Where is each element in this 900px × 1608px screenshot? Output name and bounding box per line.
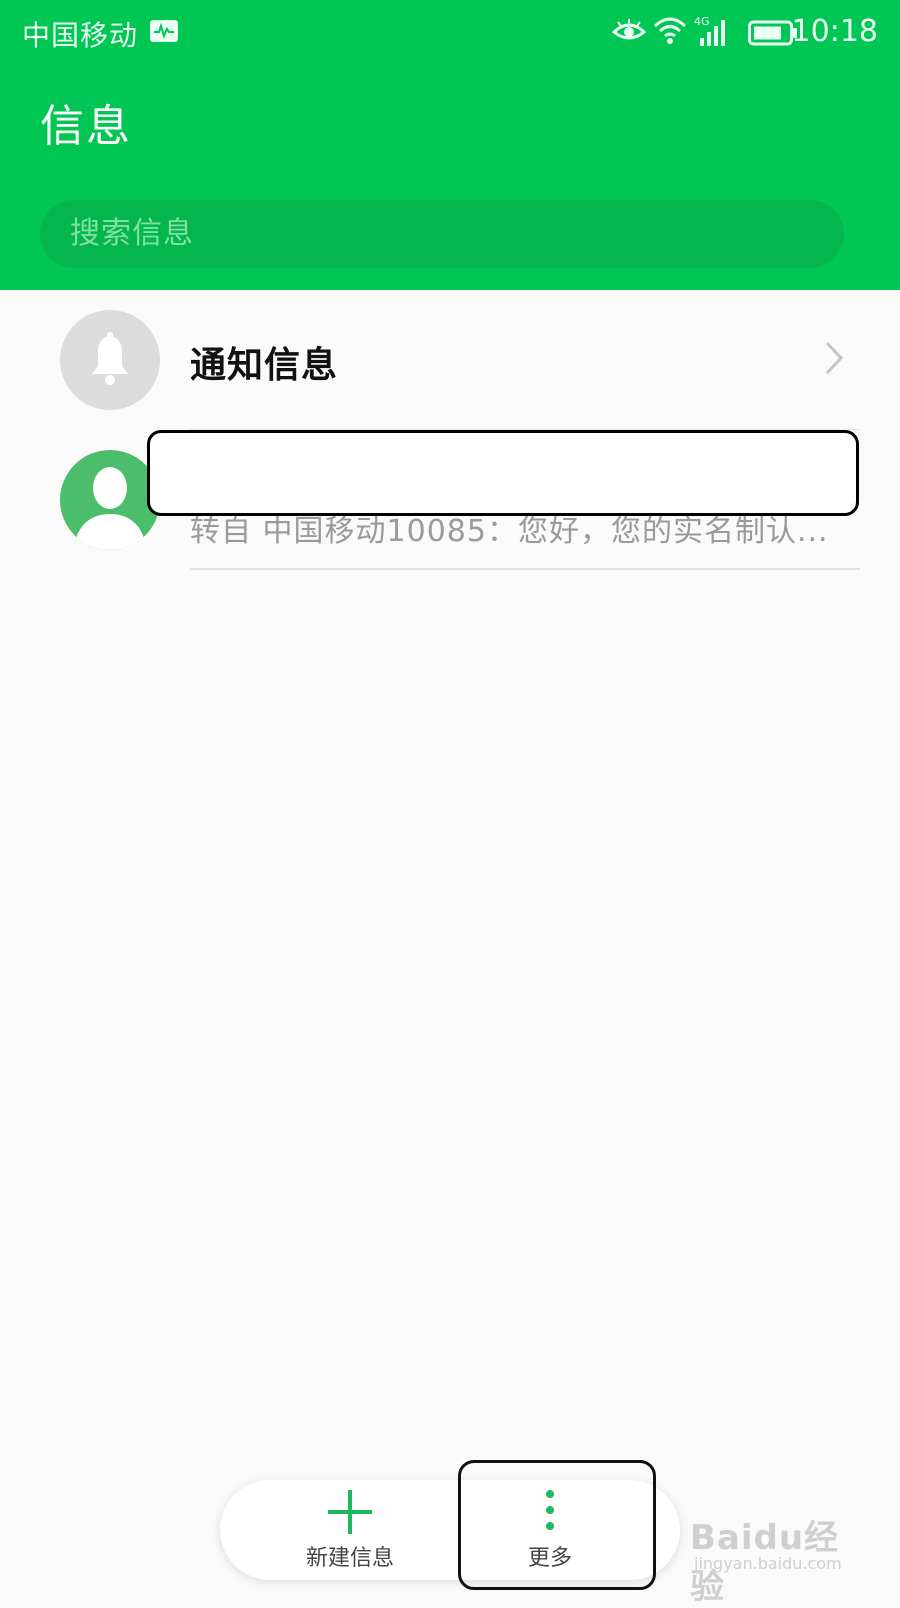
wifi-icon	[652, 14, 688, 53]
battery-icon	[748, 20, 798, 53]
status-icons: 4G 10:18	[578, 12, 878, 52]
redacted-contact-name	[147, 430, 859, 516]
eye-icon	[611, 18, 647, 51]
activity-icon	[150, 20, 178, 42]
list-item-notifications[interactable]: 通知信息	[0, 290, 900, 430]
clock: 10:18	[791, 14, 878, 49]
highlight-box	[458, 1460, 656, 1590]
watermark-sub: jingyan.baidu.com	[694, 1554, 842, 1573]
divider	[190, 568, 860, 570]
new-message-button[interactable]: 新建信息	[250, 1480, 450, 1580]
bell-icon	[60, 310, 160, 410]
contact-avatar-icon	[60, 450, 160, 550]
signal-icon: 4G	[694, 14, 730, 55]
chevron-right-icon	[824, 340, 844, 380]
conversation-title: 通知信息	[190, 345, 339, 386]
carrier-name: 中国移动	[22, 19, 139, 52]
plus-icon	[328, 1490, 372, 1534]
network-type-label: 4G	[694, 15, 710, 28]
search-input[interactable]: 搜索信息	[40, 200, 844, 268]
new-message-label: 新建信息	[305, 1546, 394, 1571]
watermark-logo: Baidu经验 jingyan.baidu.com	[690, 1510, 870, 1607]
app-header: 中国移动 4G 10:18 信息 搜索信息	[0, 0, 900, 290]
page-title: 信息	[40, 101, 132, 152]
status-bar: 中国移动 4G 10:18	[0, 0, 900, 64]
